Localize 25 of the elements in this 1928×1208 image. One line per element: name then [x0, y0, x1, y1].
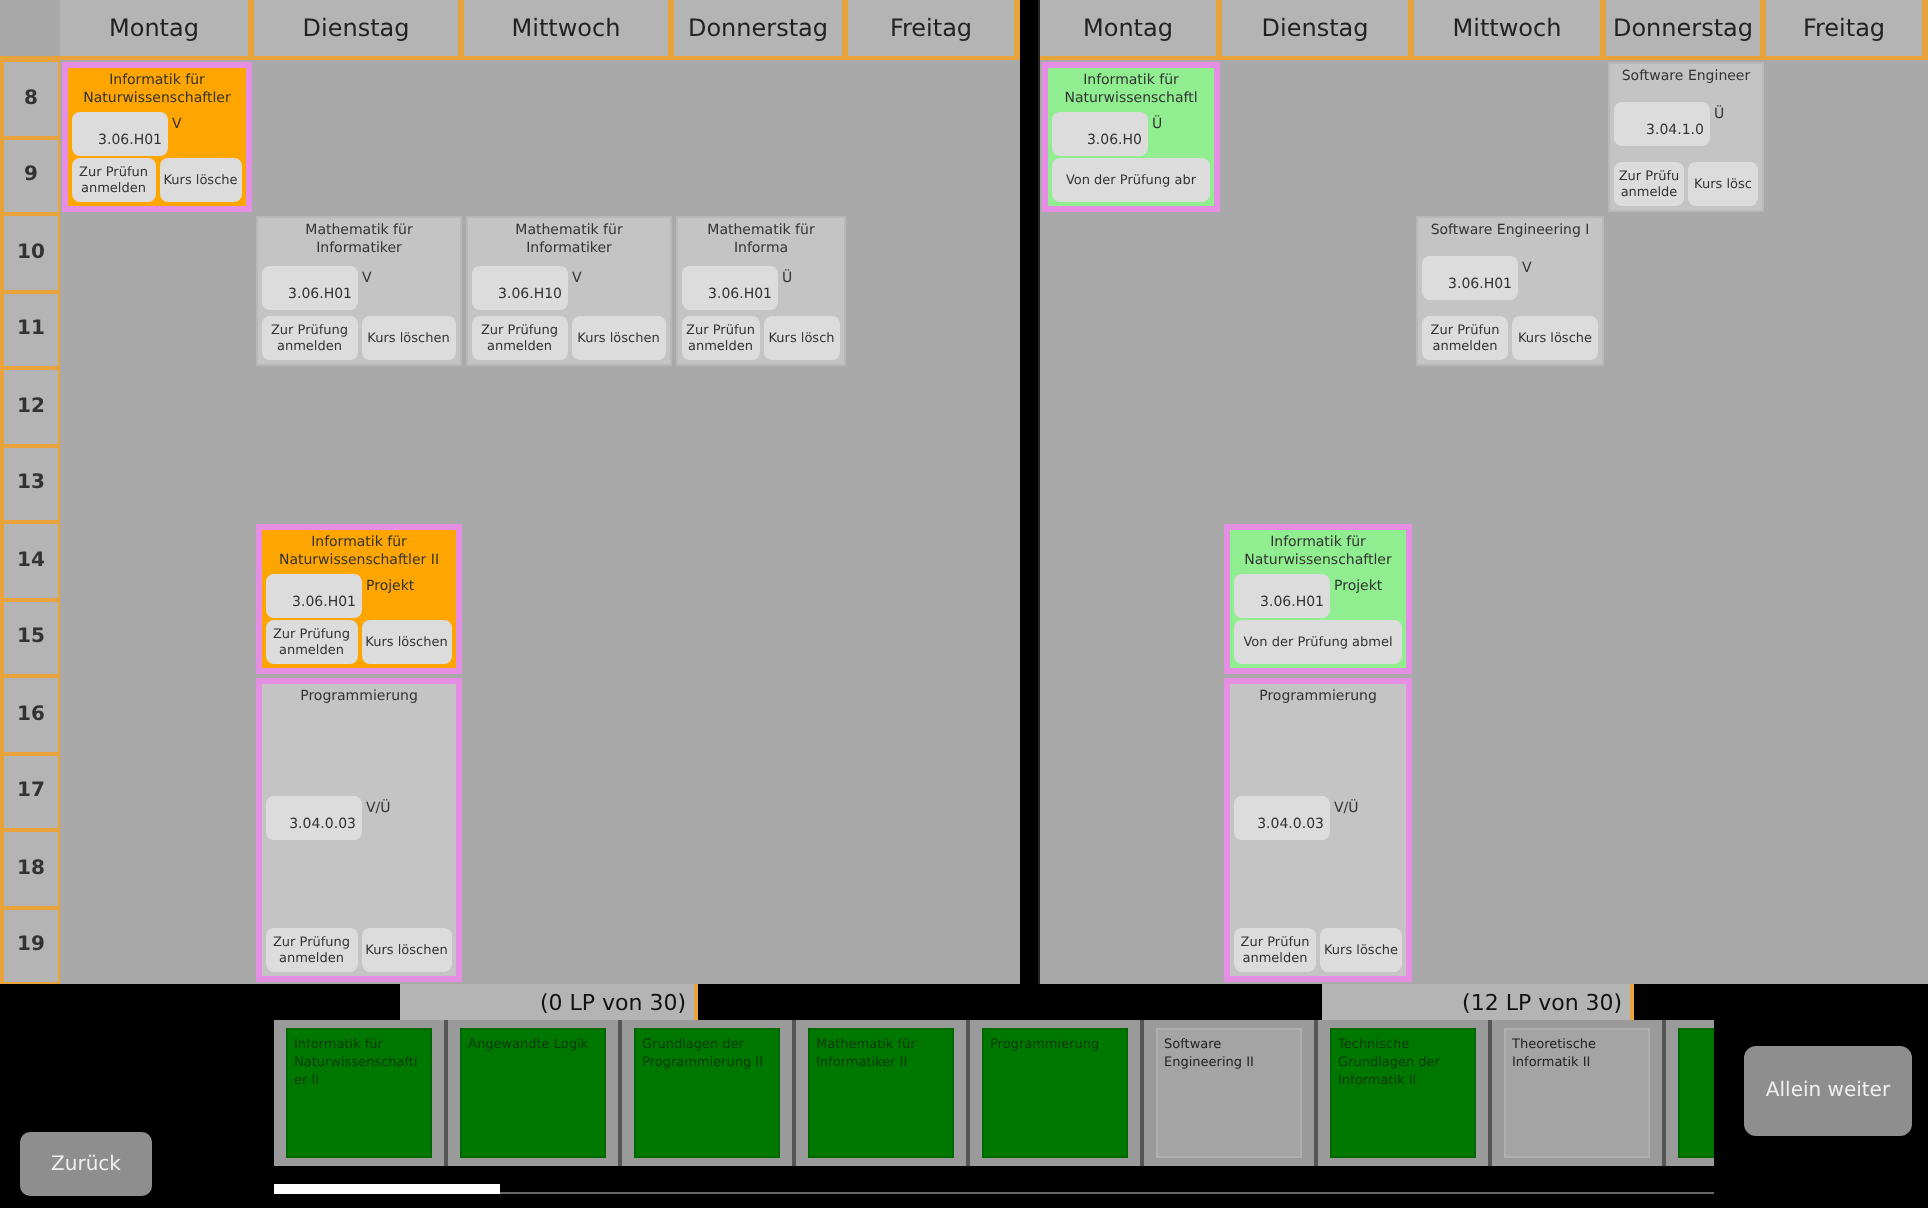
hour-label: 17: [0, 753, 60, 830]
hour-label: 8: [0, 60, 60, 137]
day-header: Freitag: [1766, 0, 1928, 60]
hour-label: 19: [0, 907, 60, 984]
hour-label: 11: [0, 291, 60, 368]
student-credits: (0 LP von 30): [400, 984, 699, 1020]
day-header: Donnerstag: [674, 0, 848, 60]
hour-label: 9: [0, 137, 60, 214]
day-header: Mittwoch: [464, 0, 674, 60]
hour-label: 14: [0, 522, 60, 599]
hour-label: 12: [0, 368, 60, 445]
day-header: Dienstag: [1222, 0, 1414, 60]
hour-label: 13: [0, 445, 60, 522]
hour-label: 18: [0, 830, 60, 907]
hour-label: 10: [0, 214, 60, 291]
day-header: Mittwoch: [1414, 0, 1606, 60]
scrollbar-thumb[interactable]: [274, 1184, 500, 1194]
day-header: Freitag: [848, 0, 1020, 60]
day-header: Donnerstag: [1606, 0, 1766, 60]
day-header: Montag: [60, 0, 254, 60]
day-header: Montag: [1040, 0, 1222, 60]
hour-label: 16: [0, 676, 60, 753]
student-credits: (12 LP von 30): [1322, 984, 1635, 1020]
day-header: Dienstag: [254, 0, 464, 60]
hour-label: 15: [0, 599, 60, 676]
